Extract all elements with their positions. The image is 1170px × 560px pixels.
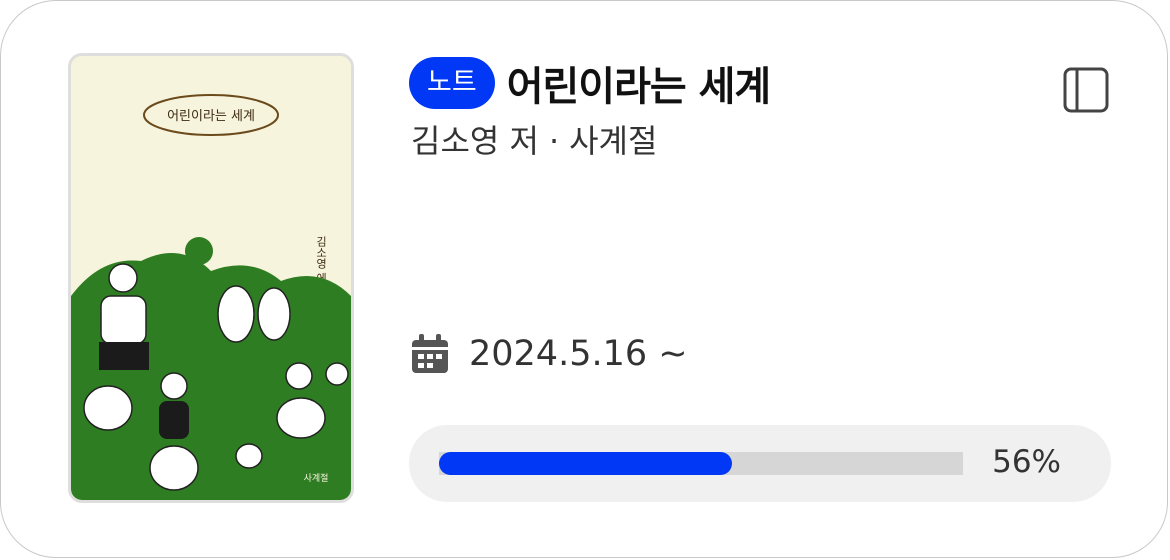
reading-start-date: 2024.5.16 ~: [469, 334, 688, 374]
progress-fill: [439, 452, 733, 475]
progress-percent: 56%: [992, 444, 1061, 480]
book-author: 김소영 저: [411, 122, 539, 160]
meta-separator: ·: [548, 122, 560, 160]
cover-title: 어린이라는 세계: [167, 109, 255, 124]
book-meta: 김소영 저 · 사계절: [411, 116, 657, 162]
title-row: 노트 어린이라는 세계: [409, 53, 772, 113]
progress-track: [439, 452, 963, 475]
book-cover: 어린이라는 세계 김소영 에세이 사계절: [68, 53, 354, 503]
reading-progress: 56%: [409, 425, 1111, 502]
cover-publisher: 사계절: [304, 472, 329, 484]
calendar-icon: [412, 334, 448, 373]
book-title[interactable]: 어린이라는 세계: [507, 54, 772, 112]
note-badge[interactable]: 노트: [409, 57, 495, 109]
book-publisher: 사계절: [569, 122, 658, 160]
book-icon[interactable]: [1063, 67, 1109, 113]
cover-illustration: 어린이라는 세계 김소영 에세이 사계절: [71, 56, 351, 500]
reading-date-row: 2024.5.16 ~: [411, 334, 688, 374]
book-card[interactable]: 어린이라는 세계 김소영 에세이 사계절 노트 어린이라는 세계 김소영 저 ·…: [0, 0, 1168, 558]
